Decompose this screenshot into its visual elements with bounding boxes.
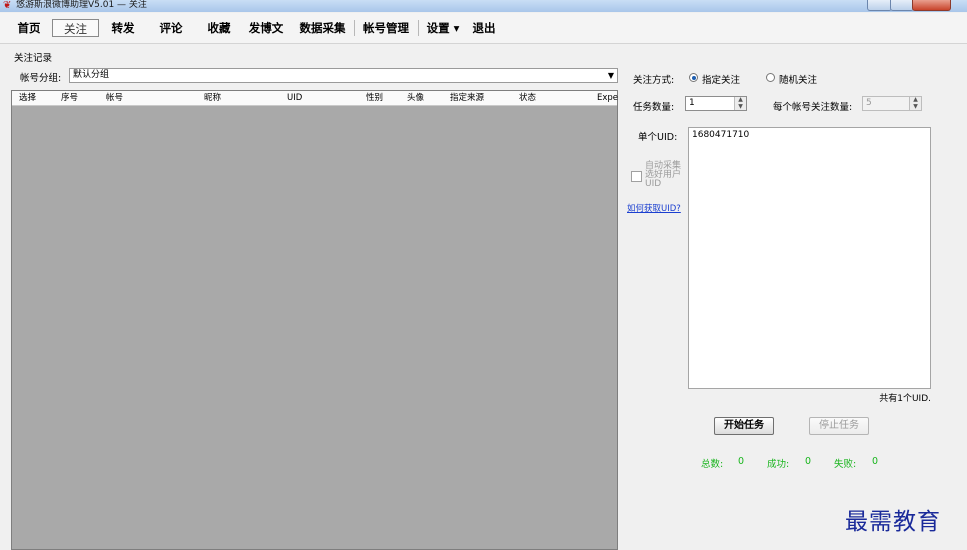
menu-bar: 首页 关注 转发 评论 收藏 发博文 数据采集 帐号管理 设置 ▾ 退出 <box>0 13 967 44</box>
single-uid-label: 单个UID: <box>638 132 678 143</box>
stop-task-button: 停止任务 <box>809 417 869 435</box>
close-button[interactable] <box>912 0 951 11</box>
uid-textarea[interactable]: 1680471710 <box>688 127 931 389</box>
menu-favorite[interactable]: 收藏 <box>202 19 236 37</box>
total-value: 0 <box>738 456 745 467</box>
radio-specified-follow[interactable] <box>689 73 698 82</box>
random-follow-label[interactable]: 随机关注 <box>779 72 817 86</box>
menu-repost[interactable]: 转发 <box>106 19 140 37</box>
spin-arrows-icon: ▲ ▼ <box>909 96 921 110</box>
table-header: 选择 序号 帐号 昵称 UID 性别 头像 指定来源 状态 Expe <box>12 91 618 106</box>
menu-accounts[interactable]: 帐号管理 <box>358 19 414 37</box>
follow-records-title: 关注记录 <box>14 53 53 64</box>
col-select[interactable]: 选择 <box>19 92 36 104</box>
col-uid[interactable]: UID <box>287 92 302 104</box>
spin-arrows-icon[interactable]: ▲ ▼ <box>734 96 746 110</box>
watermark-text: 最需教育 <box>845 509 941 535</box>
title-bar: ❦ 悠游斯浪微博助理V5.01 — 关注 <box>0 0 967 12</box>
menu-home[interactable]: 首页 <box>14 19 44 37</box>
account-group-select[interactable]: 默认分组 ▼ <box>69 68 618 83</box>
task-count-stepper[interactable]: 1 ▲ ▼ <box>685 96 747 111</box>
col-nickname[interactable]: 昵称 <box>204 92 221 104</box>
success-label: 成功: <box>767 459 790 470</box>
how-to-get-uid-link[interactable]: 如何获取UID? <box>627 202 681 214</box>
col-status[interactable]: 状态 <box>519 92 536 104</box>
menu-collect[interactable]: 数据采集 <box>295 19 350 37</box>
menu-exit[interactable]: 退出 <box>469 19 499 37</box>
menu-post[interactable]: 发博文 <box>244 19 288 37</box>
chevron-down-icon: ▼ <box>607 71 614 80</box>
app-logo-icon: ❦ <box>3 0 12 11</box>
auto-collect-checkbox[interactable] <box>631 171 642 182</box>
menu-follow[interactable]: 关注 <box>52 19 99 37</box>
per-account-value: 5 <box>866 98 872 108</box>
start-task-button[interactable]: 开始任务 <box>714 417 774 435</box>
menu-comment[interactable]: 评论 <box>154 19 188 37</box>
task-count-label: 任务数量: <box>633 102 675 113</box>
follow-records-table[interactable]: 选择 序号 帐号 昵称 UID 性别 头像 指定来源 状态 Expe <box>11 90 618 550</box>
col-source[interactable]: 指定来源 <box>450 92 484 104</box>
uid-count-text: 共有1个UID. <box>879 394 931 404</box>
auto-collect-label: 自动采集选好用户UID <box>645 161 682 189</box>
per-account-label: 每个帐号关注数量: <box>773 102 853 113</box>
col-account[interactable]: 帐号 <box>106 92 123 104</box>
col-avatar[interactable]: 头像 <box>407 92 424 104</box>
account-group-label: 帐号分组: <box>20 73 62 84</box>
menu-separator <box>418 20 419 36</box>
col-index[interactable]: 序号 <box>61 92 78 104</box>
fail-value: 0 <box>872 456 879 467</box>
window-title: 悠游斯浪微博助理V5.01 — 关注 <box>16 0 147 10</box>
total-label: 总数: <box>701 459 724 470</box>
menu-settings[interactable]: 设置 ▾ <box>422 19 464 37</box>
fail-label: 失败: <box>834 459 857 470</box>
minimize-button[interactable] <box>867 0 892 11</box>
success-value: 0 <box>805 456 812 467</box>
maximize-button[interactable] <box>890 0 914 11</box>
radio-random-follow[interactable] <box>766 73 775 82</box>
uid-text: 1680471710 <box>692 130 750 140</box>
col-expe[interactable]: Expe <box>597 92 618 104</box>
per-account-stepper: 5 ▲ ▼ <box>862 96 922 111</box>
task-count-value: 1 <box>689 98 695 108</box>
col-gender[interactable]: 性别 <box>366 92 383 104</box>
follow-mode-label: 关注方式: <box>633 75 675 86</box>
menu-separator <box>354 20 355 36</box>
specified-follow-label[interactable]: 指定关注 <box>702 72 740 86</box>
account-group-value: 默认分组 <box>73 70 110 80</box>
